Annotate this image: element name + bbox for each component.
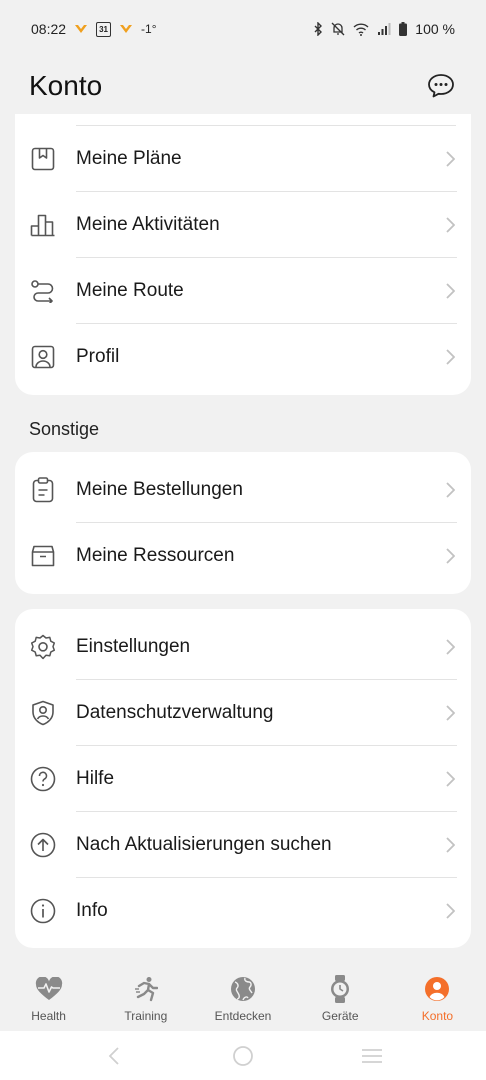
menu-item-settings[interactable]: Einstellungen [15,614,471,680]
nav-item-training[interactable]: Training [97,965,194,1031]
menu-item-my-plans[interactable]: Meine Pläne [15,126,471,192]
chat-bubble-icon[interactable] [425,70,457,102]
menu-item-label: Einstellungen [76,636,191,657]
bookmark-icon [29,145,57,173]
bluetooth-icon [313,22,323,36]
chevron-right-icon [443,769,457,789]
clipboard-icon [29,476,57,504]
menu-item-label: Nach Aktualisierungen suchen [76,834,332,855]
notification-app-icon [119,23,133,35]
menu-item-label: Meine Bestellungen [76,479,243,500]
route-icon [29,277,57,305]
menu-item-label: Meine Route [76,280,184,301]
recents-icon[interactable] [357,1041,387,1071]
chevron-right-icon [443,901,457,921]
system-nav-bar [0,1031,486,1080]
chevron-right-icon [443,149,457,169]
menu-item-label: Meine Aktivitäten [76,214,220,235]
wifi-icon [353,22,369,36]
nav-item-devices[interactable]: Geräte [292,965,389,1031]
notification-app-icon [74,23,88,35]
menu-item-label: Hilfe [76,768,115,789]
privacy-shield-icon [29,699,57,727]
battery-level: 100 % [415,21,455,37]
menu-item-my-route[interactable]: Meine Route [15,258,471,324]
menu-item-profile[interactable]: Profil [15,324,471,390]
menu-item-label: Meine Pläne [76,148,182,169]
chevron-right-icon [443,703,457,723]
nav-label: Konto [421,1009,454,1023]
menu-item-label: Info [76,900,108,921]
nav-label: Health [31,1009,66,1023]
nav-item-account[interactable]: Konto [389,965,486,1031]
account-card: Meine Pläne Meine Aktivitäten Meine Rout… [15,114,471,395]
settings-card: Einstellungen Datenschutzverwaltung Hilf… [15,609,471,948]
chevron-right-icon [443,215,457,235]
back-icon[interactable] [99,1041,129,1071]
help-icon [29,765,57,793]
chevron-right-icon [443,835,457,855]
chevron-right-icon [443,480,457,500]
menu-item-check-updates[interactable]: Nach Aktualisierungen suchen [15,812,471,878]
nav-label: Geräte [321,1009,359,1023]
chevron-right-icon [443,637,457,657]
signal-icon [377,23,391,35]
menu-item-my-orders[interactable]: Meine Bestellungen [15,457,471,523]
chevron-right-icon [443,546,457,566]
status-right: 100 % [313,21,455,37]
nav-label: Entdecken [214,1009,272,1023]
profile-icon [29,343,57,371]
menu-item-my-activities[interactable]: Meine Aktivitäten [15,192,471,258]
header: Konto [0,58,486,114]
menu-item-info[interactable]: Info [15,878,471,944]
chevron-right-icon [443,281,457,301]
nav-label: Training [124,1009,168,1023]
calendar-icon: 31 [96,21,112,37]
person-icon [423,975,451,1003]
battery-icon [399,22,408,36]
page-title: Konto [29,70,103,101]
status-temperature: -1° [141,22,157,36]
menu-item-label: Profil [76,346,120,367]
globe-icon [229,975,257,1003]
other-card: Meine Bestellungen Meine Ressourcen [15,452,471,594]
menu-item-label: Datenschutzverwaltung [76,702,274,723]
activity-bars-icon [29,211,57,239]
status-left: 08:22 31 -1° [31,21,157,37]
mute-bell-icon [331,22,345,36]
watch-icon [326,975,354,1003]
menu-item-help[interactable]: Hilfe [15,746,471,812]
info-icon [29,897,57,925]
update-arrow-icon [29,831,57,859]
menu-item-my-resources[interactable]: Meine Ressourcen [15,523,471,589]
status-time: 08:22 [31,21,67,37]
section-title-other: Sonstige [29,419,100,439]
menu-item-label: Meine Ressourcen [76,545,235,566]
bottom-nav: Health Training Entdecken Geräte Konto [0,965,486,1031]
menu-item-privacy[interactable]: Datenschutzverwaltung [15,680,471,746]
running-icon [132,975,160,1003]
status-bar: 08:22 31 -1° 100 % [0,0,486,58]
nav-item-health[interactable]: Health [0,965,97,1031]
archive-box-icon [29,542,57,570]
heart-pulse-icon [35,975,63,1003]
home-icon[interactable] [228,1041,258,1071]
chevron-right-icon [443,347,457,367]
gear-icon [29,633,57,661]
nav-item-discover[interactable]: Entdecken [194,965,291,1031]
calendar-day: 31 [99,24,108,34]
